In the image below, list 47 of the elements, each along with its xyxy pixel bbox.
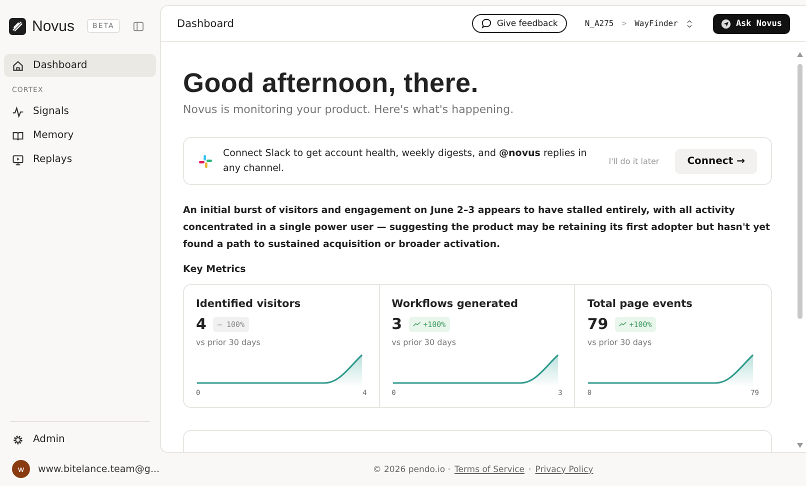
org-name[interactable]: N_A275 bbox=[584, 19, 614, 28]
terms-link[interactable]: Terms of Service bbox=[454, 464, 525, 474]
user-avatar[interactable]: w bbox=[12, 460, 30, 478]
feedback-button[interactable]: Give feedback bbox=[472, 14, 567, 33]
section-heading: Key Metrics bbox=[183, 264, 247, 275]
user-email: www.bitelance.team@g... bbox=[38, 464, 160, 474]
copyright-text: © 2026 pendo.io · bbox=[372, 464, 450, 474]
chevron-updown-icon[interactable] bbox=[686, 18, 693, 28]
subtitle: Novus is monitoring your product. Here's what's happening. bbox=[183, 103, 515, 116]
trend-up-icon bbox=[413, 321, 422, 327]
brand-name: Novus bbox=[32, 18, 75, 34]
monitor-play-icon bbox=[12, 154, 24, 166]
connect-button[interactable]: Connect → bbox=[675, 148, 757, 174]
metric-label: Workflows generated bbox=[392, 298, 519, 310]
scrollbar[interactable] bbox=[796, 50, 804, 450]
metric-value: 4 bbox=[196, 315, 206, 333]
project-selector[interactable]: WayFinder bbox=[634, 19, 678, 28]
metric-note: vs prior 30 days bbox=[196, 338, 262, 347]
metric-note: vs prior 30 days bbox=[587, 338, 653, 347]
trend-up-icon bbox=[619, 321, 628, 327]
slack-message: Connect Slack to get account health, weekly digests, and @novus replies in any channel. bbox=[223, 147, 588, 176]
metric-value: 3 bbox=[392, 315, 402, 333]
chat-bubble-icon bbox=[480, 18, 492, 29]
metric-note: vs prior 30 days bbox=[392, 338, 458, 347]
nav-item[interactable]: Replays bbox=[4, 148, 156, 171]
logo-icon bbox=[9, 18, 26, 34]
privacy-link[interactable]: Privacy Policy bbox=[535, 464, 594, 474]
separator-dot: · bbox=[528, 464, 532, 474]
admin-item[interactable]: Admin bbox=[4, 428, 156, 451]
slack-icon bbox=[198, 154, 213, 168]
home-icon bbox=[12, 60, 24, 72]
nav-item[interactable]: Dashboard bbox=[4, 54, 156, 77]
nav-item[interactable]: Signals bbox=[4, 100, 156, 123]
send-icon bbox=[720, 18, 731, 28]
ask-novus-button[interactable]: Ask Novus bbox=[712, 14, 790, 34]
pulse-icon bbox=[12, 106, 24, 118]
metric-label: Total page events bbox=[587, 298, 694, 310]
gear-icon bbox=[12, 434, 24, 446]
book-icon bbox=[12, 130, 24, 142]
metric-label: Identified visitors bbox=[196, 298, 302, 310]
summary-text: An initial burst of visitors and engagement on June 2–3 appears to have stalled entirely, with all activity concentrated in a single power user — suggesting the product may be retaining its first adopter but hasn't yet found a path to sustained acquisition or broader activation. bbox=[183, 204, 772, 252]
sidebar-toggle-icon[interactable] bbox=[133, 20, 144, 32]
metric-value: 79 bbox=[587, 315, 608, 333]
nav-item[interactable]: Memory bbox=[4, 124, 156, 147]
greeting-heading: Good afternoon, there. bbox=[183, 68, 480, 99]
page-title: Dashboard bbox=[177, 18, 234, 30]
breadcrumb-separator: > bbox=[622, 19, 627, 28]
